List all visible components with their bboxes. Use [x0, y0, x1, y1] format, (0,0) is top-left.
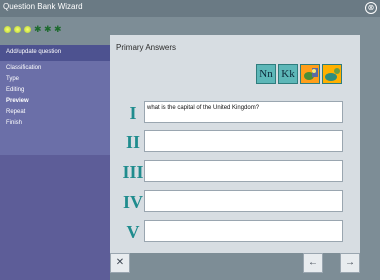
- sidebar-item-label: Preview: [6, 98, 29, 104]
- answers-panel: Primary Answers Nn Kk I what is the capi…: [110, 35, 360, 253]
- wizard-steps-nav: Add/update question Classification Type …: [0, 45, 110, 155]
- panel-heading: Primary Answers: [116, 43, 177, 52]
- cancel-button[interactable]: ✕: [110, 253, 130, 273]
- answer-field-1[interactable]: what is the capital of the United Kingdo…: [144, 101, 343, 123]
- title-bar: Question Bank Wizard ⊗: [0, 0, 380, 17]
- sidebar-item-label: Type: [6, 76, 20, 82]
- sidebar: Add/update question Classification Type …: [0, 45, 110, 280]
- sidebar-item-label: Repeat: [6, 109, 26, 115]
- sidebar-item-repeat[interactable]: Repeat: [0, 107, 110, 118]
- sidebar-item-preview[interactable]: Preview: [0, 96, 110, 107]
- sidebar-item-editing[interactable]: Editing: [0, 85, 110, 96]
- sidebar-header-label: Add/update question: [6, 49, 62, 55]
- answer-field-2[interactable]: [144, 130, 343, 152]
- row-label-3: III: [122, 162, 144, 182]
- uppercase-letter-tile[interactable]: Nn: [256, 64, 276, 84]
- sidebar-header: Add/update question: [0, 45, 110, 61]
- picture-icon[interactable]: [300, 64, 320, 84]
- progress-dot-icon: [24, 26, 31, 33]
- sidebar-item-classification[interactable]: Classification: [0, 63, 110, 74]
- row-label-5: V: [126, 222, 140, 242]
- progress-star-icon: ✱: [44, 24, 52, 34]
- sidebar-item-label: Classification: [6, 65, 42, 71]
- answer-field-4[interactable]: [144, 190, 343, 212]
- row-label-1: I: [129, 103, 137, 123]
- progress-dot-icon: [14, 26, 21, 33]
- row-label-2: II: [125, 132, 140, 152]
- window-title: Question Bank Wizard: [3, 2, 83, 11]
- progress-star-icon: ✱: [34, 24, 42, 34]
- answer-field-5[interactable]: [144, 220, 343, 242]
- picture-icon[interactable]: [322, 64, 342, 84]
- sidebar-item-type[interactable]: Type: [0, 74, 110, 85]
- sidebar-item-finish[interactable]: Finish: [0, 118, 110, 129]
- back-button[interactable]: ←: [303, 253, 323, 273]
- answer-field-3[interactable]: [144, 160, 343, 182]
- row-label-4: IV: [122, 192, 143, 212]
- wizard-progress: ✱ ✱ ✱: [4, 24, 94, 36]
- close-icon[interactable]: ⊗: [365, 2, 377, 14]
- sidebar-item-label: Editing: [6, 87, 25, 93]
- progress-star-icon: ✱: [54, 24, 62, 34]
- lowercase-letter-tile[interactable]: Kk: [278, 64, 298, 84]
- sidebar-item-label: Finish: [6, 120, 23, 126]
- progress-dot-icon: [4, 26, 11, 33]
- next-button[interactable]: →: [340, 253, 360, 273]
